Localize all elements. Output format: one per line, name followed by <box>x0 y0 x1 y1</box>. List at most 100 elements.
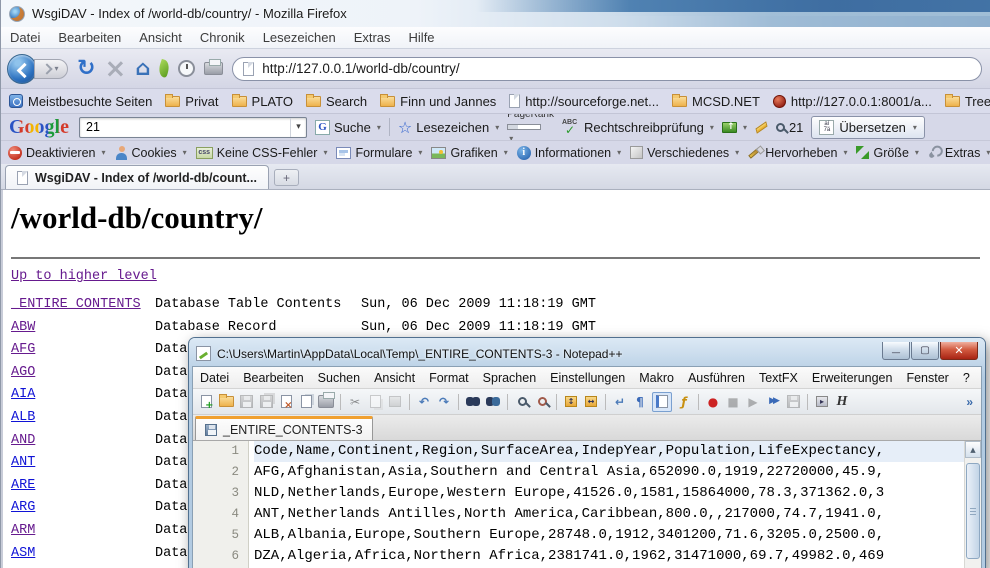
editor-text-area[interactable]: Code,Name,Continent,Region,SurfaceArea,I… <box>249 441 981 568</box>
record-link-ant[interactable]: ANT <box>11 455 35 470</box>
scrollbar-thumb[interactable] <box>966 463 980 559</box>
google-lesezeichen-button[interactable]: Lesezeichen <box>398 118 499 137</box>
npp-menu-help[interactable]: ? <box>956 371 977 385</box>
undo-icon[interactable]: ↶ <box>416 394 432 410</box>
npp-menu-textfx[interactable]: TextFX <box>752 371 805 385</box>
function-completion-icon[interactable]: ƒ <box>676 394 692 410</box>
npp-menu-ausfuehren[interactable]: Ausführen <box>681 371 752 385</box>
clock-extension-icon[interactable] <box>178 60 195 77</box>
record-link-abw[interactable]: ABW <box>11 320 35 335</box>
notepad-titlebar[interactable]: C:\Users\Martin\AppData\Local\Temp\_ENTI… <box>192 341 982 366</box>
webdev-extras[interactable]: Extras <box>928 146 990 160</box>
cut-icon[interactable]: ✂ <box>347 394 363 410</box>
show-symbols-icon[interactable]: ¶ <box>632 394 648 410</box>
webdev-formulare[interactable]: Formulare <box>336 146 422 160</box>
indent-guide-icon[interactable] <box>652 392 672 412</box>
bookmark-plato[interactable]: PLATO <box>232 94 293 109</box>
record-link-alb[interactable]: ALB <box>11 410 35 425</box>
leaf-extension-icon[interactable] <box>157 59 172 78</box>
npp-menu-format[interactable]: Format <box>422 371 476 385</box>
npp-menu-einstellungen[interactable]: Einstellungen <box>543 371 632 385</box>
stop-macro-icon[interactable]: ■ <box>725 394 741 410</box>
google-search-box[interactable]: ▾ <box>79 117 307 138</box>
menu-bearbeiten[interactable]: Bearbeiten <box>49 27 130 48</box>
highlighter-icon[interactable] <box>755 121 767 134</box>
record-link-are[interactable]: ARE <box>11 478 35 493</box>
close-all-icon[interactable] <box>298 394 314 410</box>
bookmark-meistbesuchte-seiten[interactable]: Meistbesuchte Seiten <box>9 94 152 109</box>
launch-icon[interactable]: ▸ <box>814 394 830 410</box>
tab-wsgidav[interactable]: WsgiDAV - Index of /world-db/count... <box>5 165 269 189</box>
close-file-icon[interactable] <box>278 394 294 410</box>
replace-icon[interactable] <box>485 394 501 410</box>
open-file-icon[interactable] <box>218 394 234 410</box>
menu-datei[interactable]: Datei <box>1 27 49 48</box>
record-link-arm[interactable]: ARM <box>11 523 35 538</box>
npp-menu-erweiterungen[interactable]: Erweiterungen <box>805 371 900 385</box>
toolbar-overflow-chevron[interactable]: » <box>966 395 976 409</box>
copy-icon[interactable] <box>367 394 383 410</box>
npp-menu-suchen[interactable]: Suchen <box>311 371 367 385</box>
highlight-count[interactable]: 21 <box>776 120 803 135</box>
bookmark-privat[interactable]: Privat <box>165 94 218 109</box>
record-macro-icon[interactable]: ● <box>705 394 721 410</box>
menu-extras[interactable]: Extras <box>345 27 400 48</box>
entire-contents-link[interactable]: _ENTIRE_CONTENTS <box>11 297 141 312</box>
menu-lesezeichen[interactable]: Lesezeichen <box>254 27 345 48</box>
npp-tab-entire-contents[interactable]: _ENTIRE_CONTENTS-3 <box>195 416 373 440</box>
new-file-icon[interactable] <box>198 394 214 410</box>
send-to-button[interactable] <box>722 122 747 133</box>
npp-menu-fenster[interactable]: Fenster <box>899 371 955 385</box>
spellcheck-button[interactable]: Rechtschreibprüfung <box>562 120 714 135</box>
close-button[interactable] <box>940 342 978 360</box>
bookmark-sourceforge[interactable]: http://sourceforge.net... <box>509 94 659 109</box>
search-dropdown-icon[interactable]: ▾ <box>290 118 306 137</box>
record-link-aia[interactable]: AIA <box>11 387 35 402</box>
find-icon[interactable] <box>465 394 481 410</box>
notepad-editor[interactable]: 1 2 3 4 5 6 Code,Name,Continent,Region,S… <box>193 441 981 568</box>
record-link-ago[interactable]: AGO <box>11 365 35 380</box>
maximize-button[interactable] <box>911 342 939 360</box>
record-link-arg[interactable]: ARG <box>11 500 35 515</box>
sync-horizontal-icon[interactable]: ↔ <box>583 394 599 410</box>
webdev-hervorheben[interactable]: Hervorheben <box>748 146 847 160</box>
menu-hilfe[interactable]: Hilfe <box>400 27 444 48</box>
webdev-cookies[interactable]: Cookies <box>115 146 187 160</box>
menu-ansicht[interactable]: Ansicht <box>130 27 191 48</box>
stop-button[interactable] <box>104 56 126 82</box>
menu-chronik[interactable]: Chronik <box>191 27 254 48</box>
new-tab-button[interactable]: + <box>274 169 299 186</box>
zoom-in-icon[interactable] <box>514 394 530 410</box>
google-suche-button[interactable]: Suche <box>315 120 381 135</box>
paste-icon[interactable] <box>387 394 403 410</box>
play-macro-icon[interactable]: ▶ <box>745 394 761 410</box>
scroll-up-arrow-icon[interactable]: ▲ <box>965 441 981 458</box>
google-search-input[interactable] <box>80 120 290 134</box>
save-all-icon[interactable] <box>258 394 274 410</box>
reload-button[interactable] <box>77 58 95 80</box>
home-button[interactable] <box>135 58 150 79</box>
up-to-higher-level-link[interactable]: Up to higher level <box>11 269 157 284</box>
webdev-deaktivieren[interactable]: Deaktivieren <box>8 146 106 160</box>
url-bar[interactable] <box>232 57 982 81</box>
webdev-informationen[interactable]: Informationen <box>517 146 621 160</box>
vertical-scrollbar[interactable]: ▲ <box>964 441 981 568</box>
npp-menu-makro[interactable]: Makro <box>632 371 681 385</box>
run-multiple-icon[interactable]: ▶▶ <box>765 394 781 410</box>
webdev-groesse[interactable]: Größe <box>856 146 918 160</box>
npp-menu-datei[interactable]: Datei <box>193 371 236 385</box>
pagerank-widget[interactable]: PageRank <box>507 113 554 140</box>
npp-close-document-button[interactable]: X <box>977 371 982 385</box>
bookmark-mcsd-net[interactable]: MCSD.NET <box>672 94 760 109</box>
url-input[interactable] <box>262 61 971 76</box>
npp-menu-sprachen[interactable]: Sprachen <box>476 371 544 385</box>
sync-vertical-icon[interactable]: ↕ <box>563 394 579 410</box>
record-link-afg[interactable]: AFG <box>11 342 35 357</box>
save-icon[interactable] <box>238 394 254 410</box>
webdev-css[interactable]: Keine CSS-Fehler <box>196 146 328 160</box>
bookmark-tree-samples[interactable]: Tree Samples <box>945 94 990 109</box>
word-wrap-icon[interactable]: ↵ <box>612 394 628 410</box>
print-button[interactable] <box>204 62 223 75</box>
print-icon[interactable] <box>318 394 334 410</box>
npp-menu-ansicht[interactable]: Ansicht <box>367 371 422 385</box>
